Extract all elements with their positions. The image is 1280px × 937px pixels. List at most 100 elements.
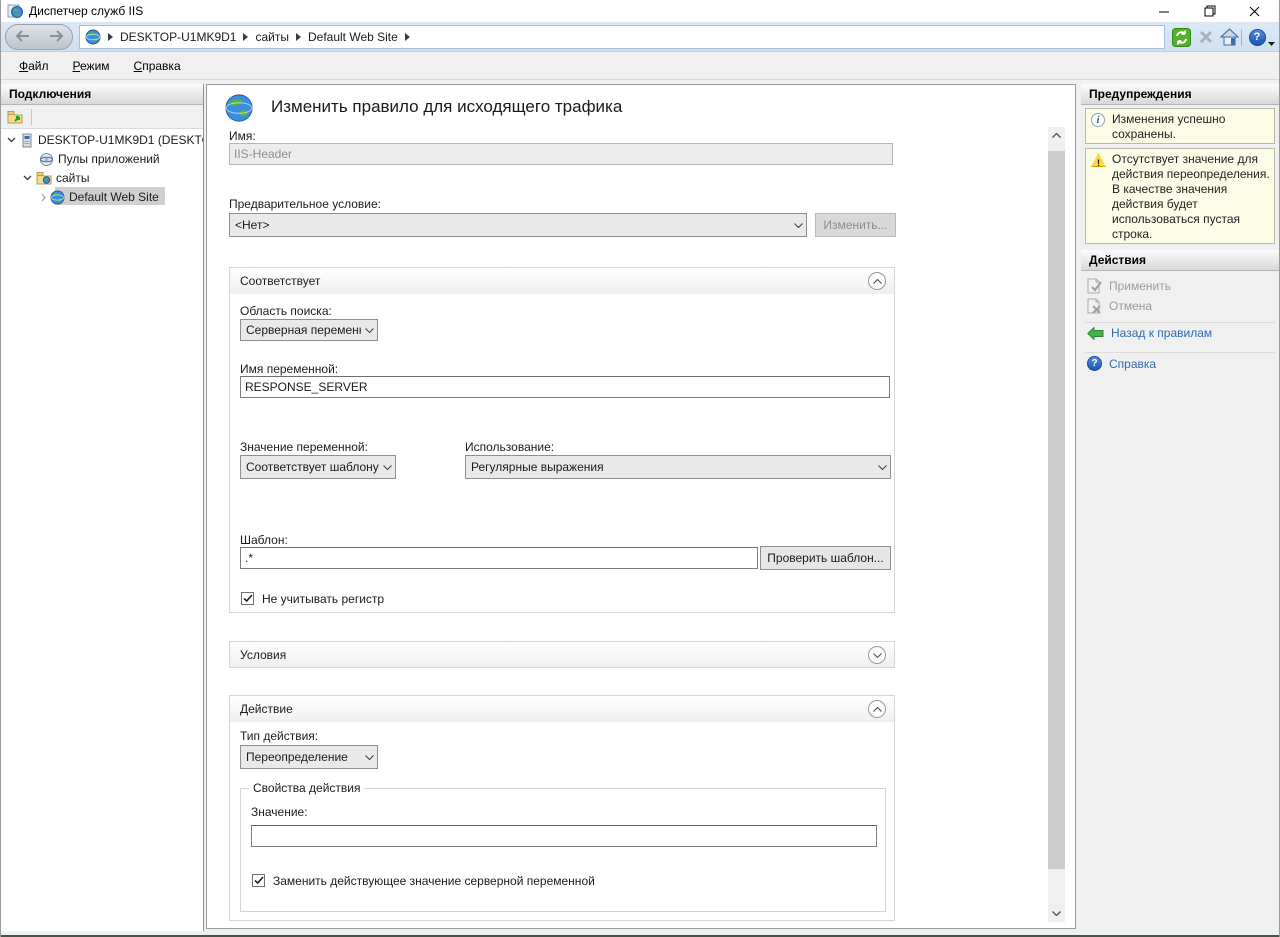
minimize-button[interactable]	[1142, 0, 1187, 22]
chevron-down-icon[interactable]	[23, 175, 32, 181]
breadcrumb-item-server[interactable]: DESKTOP-U1MK9D1	[120, 30, 236, 44]
action-type-label: Тип действия:	[240, 729, 318, 743]
using-label: Использование:	[465, 440, 554, 454]
collapse-button[interactable]	[868, 272, 886, 290]
precondition-select[interactable]: <Нет>	[229, 213, 807, 237]
action-type-select[interactable]: Переопределение	[240, 745, 378, 769]
breadcrumb-arrow-icon[interactable]	[108, 33, 113, 41]
page-globe-icon	[224, 93, 254, 126]
value-input[interactable]	[251, 825, 877, 847]
cancel-action: Отмена	[1087, 298, 1152, 314]
tree-item-label: DESKTOP-U1MK9D1 (DESKTOI	[38, 133, 203, 147]
breadcrumb: DESKTOP-U1MK9D1 сайты Default Web Site	[79, 25, 1165, 49]
connections-panel: Подключения DESKTOP-U1MK9D1 (DESKTOI	[1, 84, 204, 931]
chevron-up-icon	[873, 279, 882, 284]
check-icon	[254, 876, 264, 885]
actions-separator	[1085, 322, 1275, 323]
help-action[interactable]: ? Справка	[1087, 356, 1156, 371]
section-title: Соответствует	[240, 274, 320, 288]
replace-value-label: Заменить действующее значение серверной …	[273, 874, 595, 888]
globe-icon[interactable]	[85, 29, 101, 45]
menu-help[interactable]: Справка	[134, 59, 181, 73]
tree-item-label: Default Web Site	[69, 190, 159, 204]
match-section-header: Соответствует	[230, 268, 894, 294]
title-bar: Диспетчер служб IIS	[1, 0, 1280, 22]
restore-button[interactable]	[1187, 0, 1232, 22]
app-pools-icon	[39, 152, 54, 167]
using-select[interactable]: Регулярные выражения	[465, 455, 891, 479]
value-label: Значение:	[251, 805, 308, 819]
conditions-section-header: Условия	[230, 642, 894, 667]
breadcrumb-arrow-icon[interactable]	[243, 33, 248, 41]
group-title: Свойства действия	[249, 781, 364, 795]
chevron-up-icon	[873, 707, 882, 712]
action-section-header: Действие	[230, 696, 894, 722]
server-icon	[20, 133, 34, 148]
chevron-down-icon[interactable]	[7, 137, 16, 143]
tree-item-label: Пулы приложений	[58, 152, 160, 166]
breadcrumb-arrow-icon[interactable]	[405, 33, 410, 41]
check-icon	[243, 594, 253, 603]
chevron-down-icon	[1052, 911, 1061, 916]
help-caret-icon[interactable]	[1268, 35, 1275, 49]
replace-value-checkbox[interactable]	[252, 874, 265, 887]
variable-name-input[interactable]	[240, 376, 890, 398]
collapse-button[interactable]	[868, 700, 886, 718]
breadcrumb-arrow-icon[interactable]	[296, 33, 301, 41]
warning-icon: !	[1091, 153, 1106, 167]
test-pattern-button[interactable]: Проверить шаблон...	[760, 546, 891, 570]
save-connections-button[interactable]	[7, 109, 23, 128]
cancel-icon	[1087, 298, 1102, 314]
back-arrow-icon	[15, 30, 31, 42]
expand-button[interactable]	[868, 646, 886, 664]
help-icon: ?	[1249, 29, 1266, 46]
tree-item-app-pools[interactable]: Пулы приложений	[1, 150, 203, 168]
help-icon: ?	[1087, 356, 1102, 371]
ignore-case-checkbox[interactable]	[241, 592, 254, 605]
chevron-down-icon	[790, 214, 806, 236]
info-alert-text: Изменения успешно сохранены.	[1112, 112, 1225, 141]
menu-file[interactable]: Файл	[19, 59, 49, 73]
conditions-section: Условия	[229, 641, 895, 668]
tree-item-default-web-site[interactable]: Default Web Site	[1, 188, 203, 206]
action-properties-group: Свойства действия Значение: Заменить дей…	[240, 788, 886, 912]
tree-item-server[interactable]: DESKTOP-U1MK9D1 (DESKTOI	[1, 131, 203, 149]
back-to-rules-action[interactable]: Назад к правилам	[1087, 326, 1212, 340]
chevron-right-icon[interactable]	[41, 193, 46, 202]
close-button[interactable]	[1232, 0, 1277, 22]
restore-icon	[1204, 5, 1216, 17]
forward-button[interactable]	[48, 30, 64, 45]
page-title: Изменить правило для исходящего трафика	[271, 97, 622, 117]
scroll-up-button[interactable]	[1048, 127, 1065, 144]
name-label: Имя:	[229, 129, 256, 143]
precondition-label: Предварительное условие:	[229, 197, 381, 211]
operation-select[interactable]: Соответствует шаблону	[240, 455, 396, 479]
scroll-down-button[interactable]	[1048, 905, 1065, 922]
breadcrumb-item-site[interactable]: Default Web Site	[308, 30, 398, 44]
scope-select[interactable]: Серверная переменн	[240, 319, 378, 341]
scrollbar-thumb[interactable]	[1048, 151, 1065, 869]
back-button[interactable]	[15, 30, 31, 45]
tree-item-sites[interactable]: сайты	[1, 169, 203, 187]
variable-name-label: Имя переменной:	[240, 362, 338, 376]
folder-arrow-icon	[7, 109, 23, 125]
menu-view[interactable]: Режим	[73, 59, 110, 73]
vertical-scrollbar[interactable]	[1048, 127, 1065, 922]
window-title: Диспетчер служб IIS	[29, 4, 143, 18]
stop-icon	[1198, 29, 1214, 45]
breadcrumb-item-sites[interactable]: сайты	[255, 30, 289, 44]
refresh-button[interactable]	[1171, 27, 1191, 47]
section-title: Условия	[240, 648, 286, 662]
back-green-arrow-icon	[1087, 327, 1104, 340]
actions-header: Действия	[1081, 250, 1280, 271]
main-content: Изменить правило для исходящего трафика …	[206, 84, 1076, 929]
pattern-input[interactable]	[240, 547, 758, 569]
apply-icon	[1087, 278, 1102, 294]
help-button[interactable]: ?	[1247, 27, 1267, 47]
home-button[interactable]	[1219, 27, 1239, 47]
actions-separator	[1085, 352, 1275, 353]
chevron-down-icon	[874, 456, 890, 478]
warnings-header: Предупреждения	[1081, 84, 1280, 105]
forward-arrow-icon	[48, 30, 64, 42]
action-section: Действие Тип действия: Переопределение С…	[229, 695, 895, 921]
